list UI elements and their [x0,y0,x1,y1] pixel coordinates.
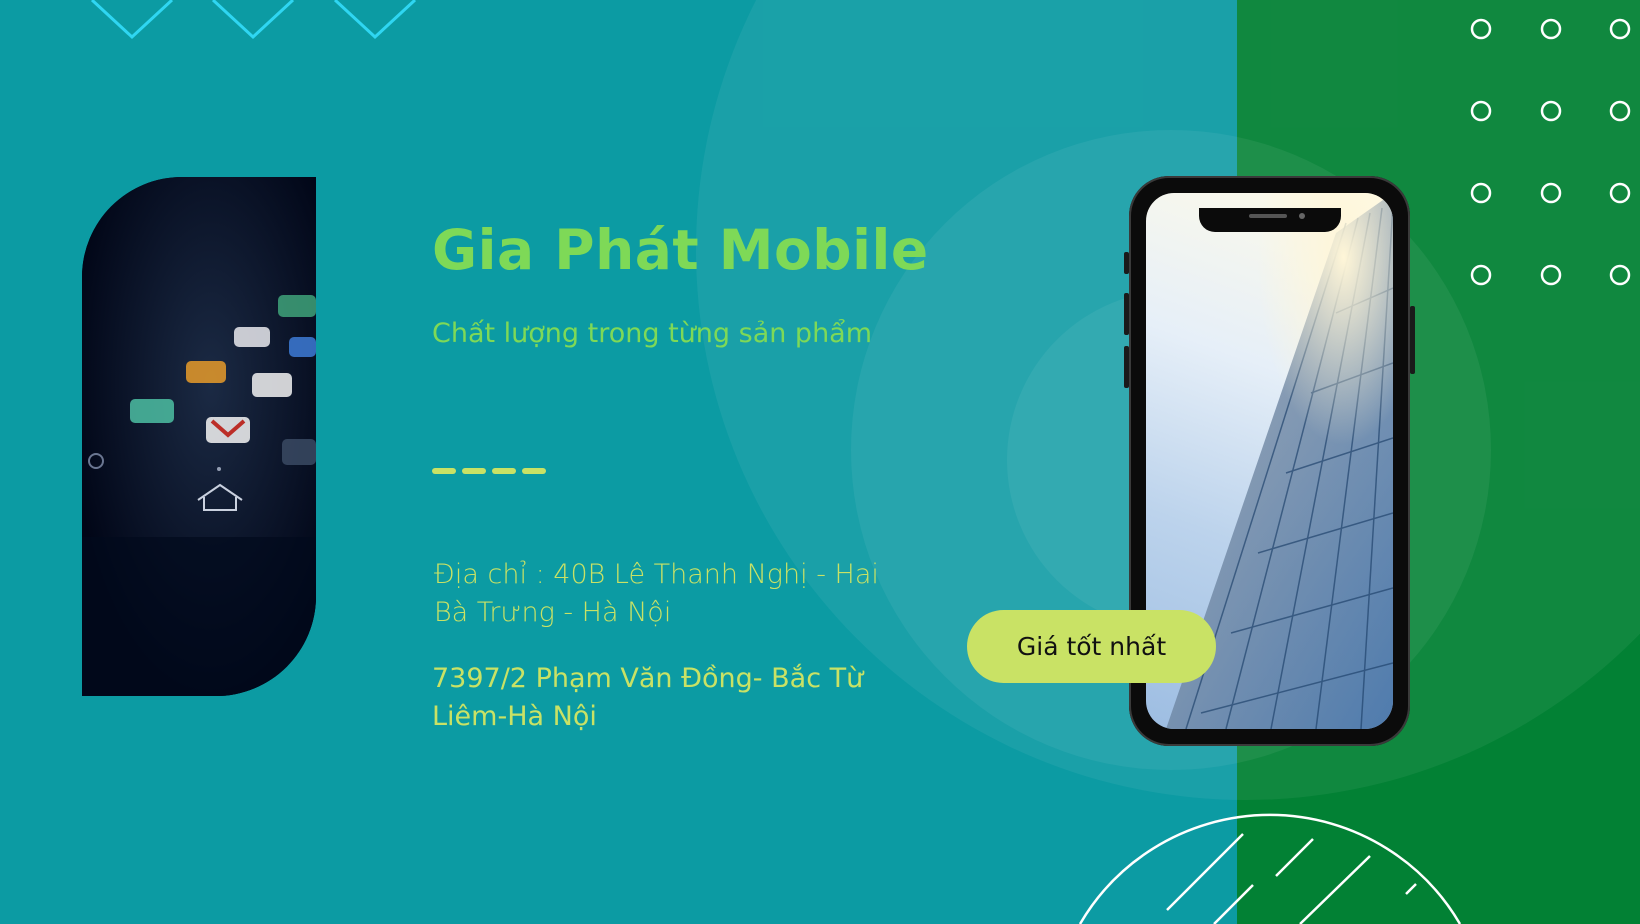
dash-segment [462,468,486,474]
smartphone-apps-image [82,177,316,696]
dot-grid-decoration [1470,18,1631,286]
best-price-button[interactable]: Giá tốt nhất [967,610,1216,683]
chevron-decoration [90,0,417,40]
chevron-down-icon [211,0,295,40]
circle-outline-icon [1540,18,1562,40]
circle-outline-icon [1540,182,1562,204]
phone-volume-down [1124,346,1129,388]
tagline: Chất lượng trong từng sản phẩm [432,318,873,349]
address-primary: Địa chỉ : 40B Lê Thanh Nghị - Hai Bà Trư… [434,559,879,628]
slide-canvas: Gia Phát Mobile Chất lượng trong từng sả… [0,0,1640,924]
phone-camera [1298,213,1305,219]
circle-outline-icon [1609,18,1631,40]
phone-mute-switch [1124,252,1129,274]
circle-outline-icon [1540,264,1562,286]
dash-segment [432,468,456,474]
circle-outline-icon [1609,182,1631,204]
phone-power-button [1410,306,1415,374]
phone-speaker [1248,214,1287,218]
circle-outline-icon [1470,264,1492,286]
dash-segment [522,468,546,474]
chevron-down-icon [333,0,417,40]
chevron-down-icon [90,0,174,40]
page-title: Gia Phát Mobile [432,218,929,282]
dash-segment [492,468,516,474]
product-photo-left [82,177,316,696]
circle-outline-icon [1470,100,1492,122]
circle-outline-icon [1609,100,1631,122]
phone-notch [1198,208,1341,232]
phone-volume-up [1124,293,1129,335]
dash-divider [432,468,546,474]
address-secondary: 7397/2 Phạm Văn Đồng- Bắc Từ Liêm-Hà Nội [432,663,864,732]
circle-outline-icon [1470,18,1492,40]
arc-line-decoration [1078,813,1462,924]
circle-outline-icon [1609,264,1631,286]
circle-outline-icon [1470,182,1492,204]
circle-outline-icon [1540,100,1562,122]
